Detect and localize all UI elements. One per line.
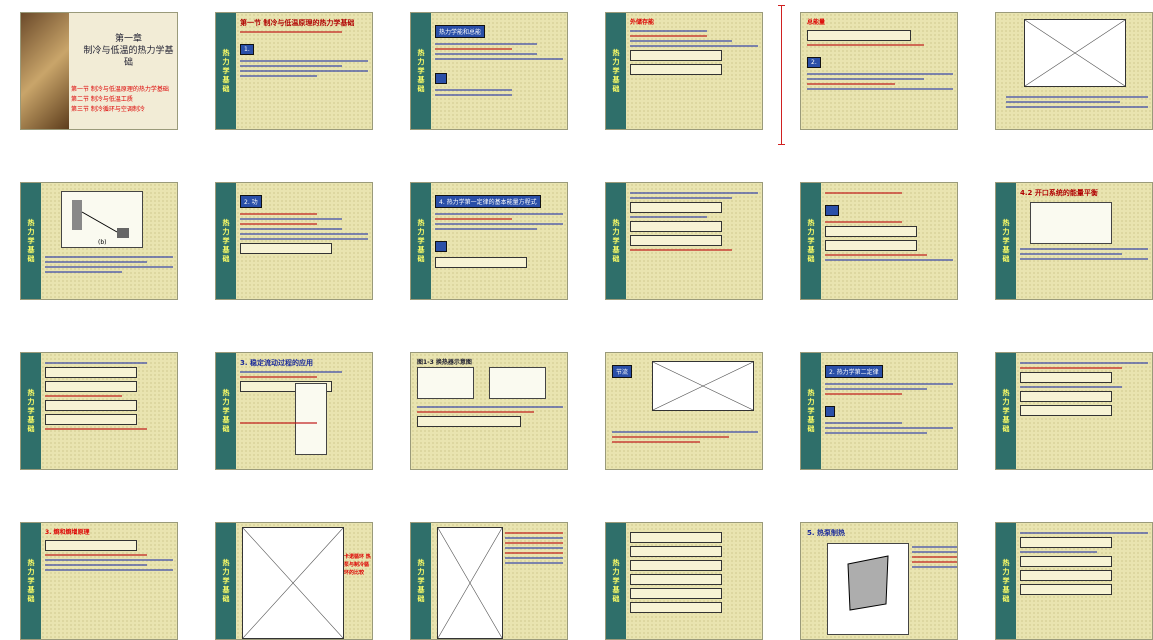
sidebar-label: 热力学基础	[27, 218, 35, 264]
insertion-marker	[778, 5, 785, 145]
side-note: 卡诺循环 热泵与制冷循环的比较	[344, 554, 371, 576]
slide-heading: 总能量	[807, 19, 826, 26]
slide-1[interactable]: 第一章 制冷与低温的热力学基础 第一节 制冷与低温原理的热力学基础 第二节 制冷…	[20, 12, 178, 130]
slide-12[interactable]: 热力学基础 4.2 开口系统的能量平衡	[995, 182, 1153, 300]
sidebar-label: 热力学基础	[1002, 218, 1010, 264]
slide-5[interactable]: 总能量 2.	[800, 12, 958, 130]
sidebar-label: 热力学基础	[222, 558, 230, 604]
slide-11[interactable]: 热力学基础	[800, 182, 958, 300]
slide-14[interactable]: 热力学基础 3. 稳定流动过程的应用	[215, 352, 373, 470]
cover-image	[21, 13, 69, 129]
slide-7[interactable]: 热力学基础 (b)	[20, 182, 178, 300]
slide-heading: 5. 热泵制热	[807, 529, 845, 537]
diagram	[295, 383, 327, 455]
slide-heading: 第一节 制冷与低温原理的热力学基础	[240, 19, 355, 27]
slide-18[interactable]: 热力学基础	[995, 352, 1153, 470]
sidebar-label: 热力学基础	[222, 388, 230, 434]
sidebar-label: 热力学基础	[612, 48, 620, 94]
slide-16[interactable]: 节流	[605, 352, 763, 470]
slide-tag: 1.	[240, 44, 254, 55]
slide-20[interactable]: 热力学基础 卡诺循环 热泵与制冷循环的比较	[215, 522, 373, 640]
slide-heading: 图1-3 换热器示意图	[417, 359, 472, 366]
diagram	[1030, 202, 1112, 244]
sidebar-label: 热力学基础	[417, 48, 425, 94]
chapter-number: 第一章	[114, 34, 142, 44]
slide-4[interactable]: 热力学基础 外储存能	[605, 12, 763, 130]
chart-thumbnail	[827, 543, 909, 635]
slide-heading: 节流	[612, 365, 633, 378]
slide-heading: 2. 热力学第二定律	[825, 365, 883, 378]
image-placeholder	[652, 361, 754, 411]
slide-heading: 热力学能和总能	[435, 25, 486, 38]
slide-24[interactable]: 热力学基础	[995, 522, 1153, 640]
slide-heading: 2. 功	[240, 195, 262, 208]
diagram: (b)	[61, 191, 143, 248]
svg-text:(b): (b)	[98, 239, 107, 246]
slide-heading: 外储存能	[630, 19, 655, 26]
diagram	[417, 367, 474, 399]
sidebar-label: 热力学基础	[417, 218, 425, 264]
chapter-link[interactable]: 第三节 制冷循环与空调制冷	[71, 105, 169, 115]
slide-13[interactable]: 热力学基础	[20, 352, 178, 470]
slide-19[interactable]: 热力学基础 3. 熵和熵增原理	[20, 522, 178, 640]
image-placeholder	[437, 527, 503, 639]
slide-10[interactable]: 热力学基础	[605, 182, 763, 300]
image-placeholder	[242, 527, 344, 639]
sidebar-label: 热力学基础	[222, 218, 230, 264]
slide-heading: 4.2 开口系统的能量平衡	[1020, 189, 1098, 197]
slide-22[interactable]: 热力学基础	[605, 522, 763, 640]
slide-3[interactable]: 热力学基础 热力学能和总能	[410, 12, 568, 130]
slide-sidebar: 热力学基础	[216, 13, 236, 129]
sidebar-label: 热力学基础	[27, 388, 35, 434]
sidebar-label: 热力学基础	[1002, 388, 1010, 434]
diagram	[489, 367, 547, 399]
slide-15[interactable]: 图1-3 换热器示意图	[410, 352, 568, 470]
slide-6[interactable]	[995, 12, 1153, 130]
slide-9[interactable]: 热力学基础 4. 热力学第一定律的基本能量方程式	[410, 182, 568, 300]
slide-17[interactable]: 热力学基础 2. 热力学第二定律	[800, 352, 958, 470]
chapter-title: 第一章 制冷与低温的热力学基础	[81, 33, 176, 69]
slide-8[interactable]: 热力学基础 2. 功	[215, 182, 373, 300]
chapter-link[interactable]: 第二节 制冷与低温工质	[71, 95, 169, 105]
slide-heading: 4. 热力学第一定律的基本能量方程式	[435, 195, 541, 208]
slide-2[interactable]: 热力学基础 第一节 制冷与低温原理的热力学基础 1.	[215, 12, 373, 130]
chapter-links: 第一节 制冷与低温原理的热力学基础 第二节 制冷与低温工质 第三节 制冷循环与空…	[71, 85, 169, 115]
image-placeholder	[1024, 19, 1126, 87]
sidebar-label: 热力学基础	[222, 48, 230, 94]
sidebar-label: 热力学基础	[807, 218, 815, 264]
slide-sorter-grid: 第一章 制冷与低温的热力学基础 第一节 制冷与低温原理的热力学基础 第二节 制冷…	[0, 0, 1153, 640]
slide-21[interactable]: 热力学基础	[410, 522, 568, 640]
slide-23[interactable]: 5. 热泵制热	[800, 522, 958, 640]
sidebar-label: 热力学基础	[807, 388, 815, 434]
sidebar-label: 热力学基础	[1002, 558, 1010, 604]
sidebar-label: 热力学基础	[27, 558, 35, 604]
slide-heading: 3. 熵和熵增原理	[45, 529, 90, 536]
chapter-heading: 制冷与低温的热力学基础	[83, 46, 174, 68]
sidebar-label: 热力学基础	[612, 218, 620, 264]
sidebar-label: 热力学基础	[612, 558, 620, 604]
chapter-link[interactable]: 第一节 制冷与低温原理的热力学基础	[71, 85, 169, 95]
sidebar-label: 热力学基础	[417, 558, 425, 604]
slide-heading: 3. 稳定流动过程的应用	[240, 359, 313, 367]
